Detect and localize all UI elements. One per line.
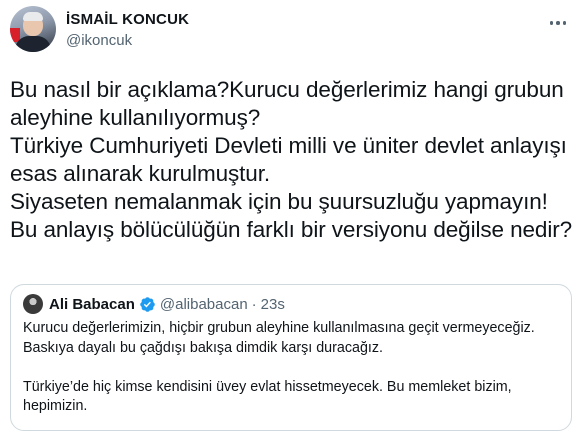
quoted-author-name: Ali Babacan [49,295,135,313]
quoted-paragraph: Türkiye’de hiç kimse kendisini üvey evla… [23,378,512,415]
author-avatar[interactable] [10,6,56,52]
author-handle[interactable]: @ikoncuk [66,31,189,51]
hair-shape [23,12,43,21]
author-display-name[interactable]: İSMAİL KONCUK [66,11,189,29]
verified-badge-icon [140,296,155,312]
more-horizontal-icon[interactable] [546,14,570,32]
quoted-author-avatar [23,294,43,314]
separator-dot: · [251,295,257,313]
more-dot [562,21,567,25]
tweet-header: İSMAİL KONCUK @ikoncuk [10,6,574,58]
quoted-author-handle: @alibabacan [159,295,248,313]
quoted-tweet-header: Ali Babacan @alibabacan · 23s [23,293,285,315]
quoted-tweet[interactable]: Ali Babacan @alibabacan · 23s Kurucu değ… [10,284,572,431]
quoted-timestamp[interactable]: 23s [261,296,285,313]
more-dot [556,21,560,25]
more-dot [549,21,554,25]
quoted-tweet-text: Kurucu değerlerimizin, hiçbir grubun ale… [23,319,561,417]
quoted-paragraph: Kurucu değerlerimizin, hiçbir grubun ale… [23,320,535,356]
suit-shape [15,36,51,52]
tweet: İSMAİL KONCUK @ikoncuk Bu nasıl bir açık… [0,0,584,437]
tweet-text: Bu nasıl bir açıklama?Kurucu değerlerimi… [10,77,573,242]
author-names: İSMAİL KONCUK @ikoncuk [66,11,189,51]
